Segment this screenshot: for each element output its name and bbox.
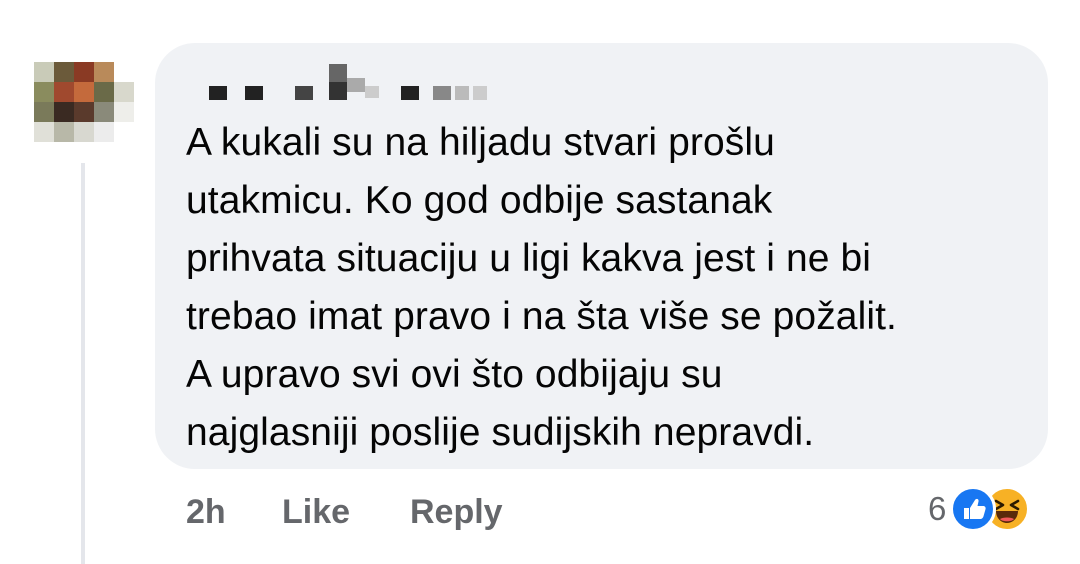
like-button[interactable]: Like: [282, 493, 410, 532]
thread-line: [81, 163, 85, 564]
comment-actions: 2h Like Reply: [186, 487, 503, 537]
comment-text: A kukali su na hiljadu stvari prošlu uta…: [186, 114, 1036, 462]
comment-line: utakmicu. Ko god odbije sastanak: [186, 179, 773, 222]
reactions-summary[interactable]: 6: [928, 485, 1031, 533]
comment-timestamp[interactable]: 2h: [186, 493, 282, 532]
like-icon: [950, 486, 997, 532]
reply-button[interactable]: Reply: [410, 493, 503, 532]
comment-line: prihvata situaciju u ligi kakva jest i n…: [186, 237, 872, 280]
author-name-censored[interactable]: [205, 60, 505, 100]
comment-line: najglasniji poslije sudijskih nepravdi.: [186, 411, 815, 454]
comment-line: A kukali su na hiljadu stvari prošlu: [186, 121, 775, 164]
comment-line: A upravo svi ovi što odbijaju su: [186, 353, 723, 396]
comment-line: trebao imat pravo i na šta više se požal…: [186, 295, 897, 338]
reaction-count: 6: [928, 490, 947, 527]
avatar[interactable]: [34, 62, 134, 142]
comment-screenshot: A kukali su na hiljadu stvari prošlu uta…: [0, 0, 1080, 564]
